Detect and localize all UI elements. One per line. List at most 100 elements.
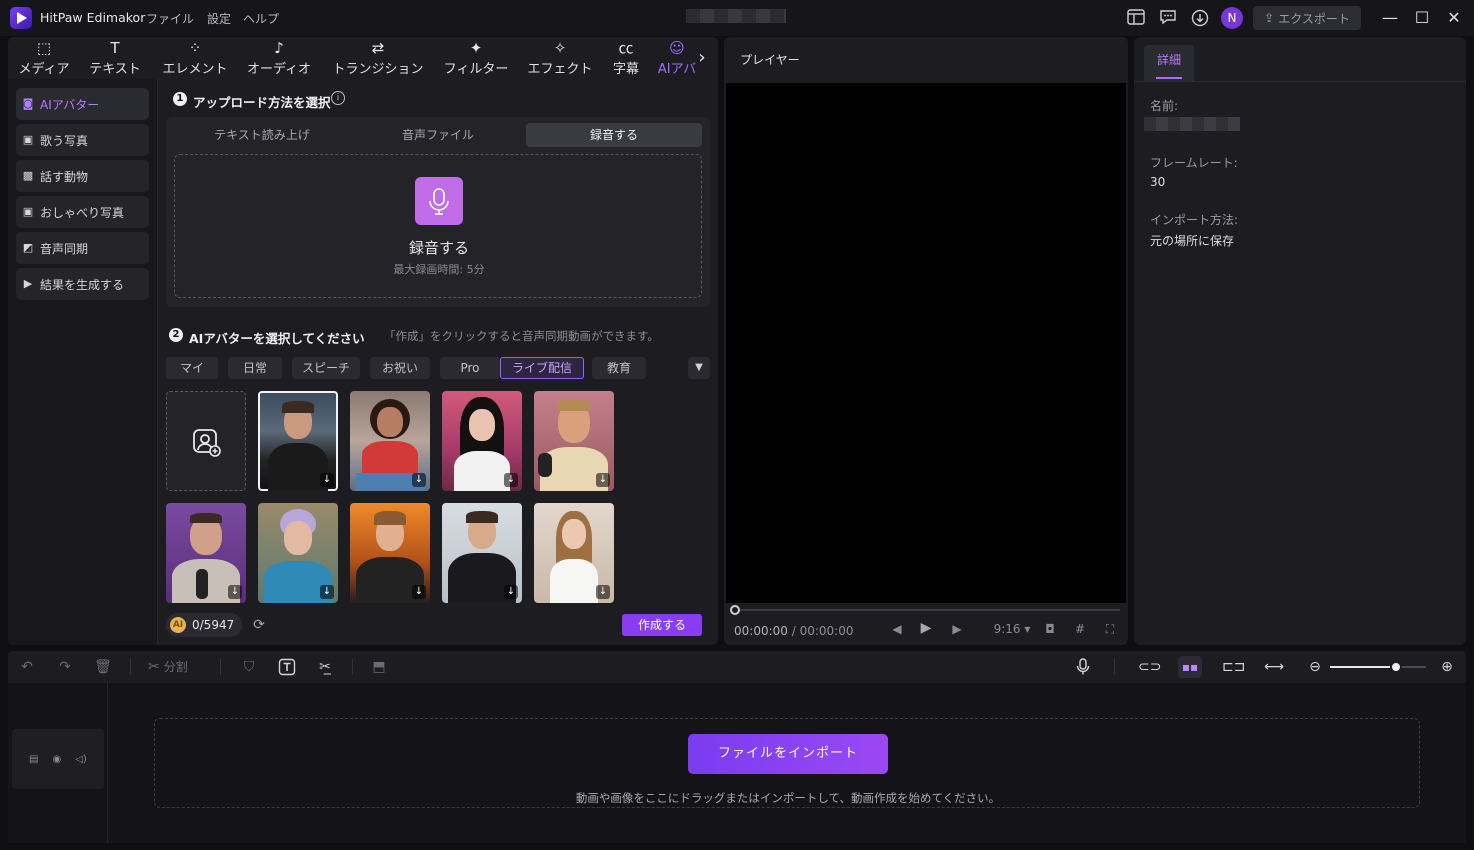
tab-filter[interactable]: ✦ フィルター bbox=[440, 37, 512, 79]
separator bbox=[352, 659, 353, 675]
avatar-card[interactable]: ↓ bbox=[442, 503, 522, 603]
fullscreen-icon[interactable]: ⛶ bbox=[1102, 622, 1118, 637]
microphone-icon[interactable] bbox=[1074, 658, 1092, 676]
crop-icon[interactable]: # bbox=[1072, 622, 1088, 636]
sidebar-item-generate-result[interactable]: ▶ 結果を生成する bbox=[16, 268, 149, 300]
sidebar-item-singing-photo[interactable]: ▣ 歌う写真 bbox=[16, 124, 149, 156]
import-file-button[interactable]: ファイルをインポート bbox=[688, 734, 888, 774]
record-title: 録音する bbox=[408, 239, 469, 257]
maximize-icon[interactable]: ☐ bbox=[1412, 8, 1432, 28]
tab-text[interactable]: T テキスト bbox=[84, 37, 146, 79]
timeline: ▤ ◉ ◁) ファイルをインポート 動画や画像をここにドラッグまたはインポートし… bbox=[8, 683, 1466, 843]
media-icon: ⬚ bbox=[36, 39, 52, 57]
download-icon: ↓ bbox=[504, 585, 518, 599]
category-pro[interactable]: Pro bbox=[440, 357, 500, 379]
timeline-toolbar: ↶ ↷ 🗑 ✂ 分割 ⛉ ✂̲ ⬒ ⊂⊃ ▪▪ ⊏⊐ ⟷ ⊖ ⊕ bbox=[8, 651, 1466, 683]
playback-scrubber[interactable] bbox=[734, 609, 1120, 611]
zoom-slider-handle[interactable] bbox=[1390, 661, 1402, 673]
split-clip-icon[interactable]: ⊏⊐ bbox=[1222, 658, 1245, 676]
record-zone[interactable]: 録音する 最大録画時間: 5分 bbox=[174, 154, 702, 298]
download-icon: ↓ bbox=[412, 585, 426, 599]
user-avatar[interactable]: N bbox=[1221, 7, 1243, 29]
zoom-out-icon[interactable]: ⊖ bbox=[1306, 658, 1324, 676]
video-preview[interactable] bbox=[726, 83, 1126, 603]
zoom-in-icon[interactable]: ⊕ bbox=[1438, 658, 1456, 676]
snap-toggle-icon[interactable]: ▪▪ bbox=[1178, 656, 1202, 678]
mode-record[interactable]: 録音する bbox=[526, 123, 702, 147]
category-education[interactable]: 教育 bbox=[592, 357, 646, 379]
tab-subtitle[interactable]: ㏄字幕 bbox=[606, 37, 646, 79]
mode-text-to-speech[interactable]: テキスト読み上げ bbox=[174, 123, 350, 147]
refresh-icon[interactable]: ⟳ bbox=[250, 616, 268, 634]
aspect-ratio-dropdown[interactable]: 9:16 ▾ bbox=[992, 622, 1032, 636]
sidebar-item-lip-sync[interactable]: ◩ 音声同期 bbox=[16, 232, 149, 264]
export-frame-icon[interactable]: ⬒ bbox=[370, 658, 388, 676]
sidebar-item-talking-photo[interactable]: ▣ おしゃべり写真 bbox=[16, 196, 149, 228]
download-icon: ↓ bbox=[320, 473, 334, 487]
avatar-card[interactable]: ↓ bbox=[258, 391, 338, 491]
category-my[interactable]: マイ bbox=[166, 357, 218, 379]
avatar-card[interactable]: ↓ bbox=[166, 503, 246, 603]
tab-effect[interactable]: ✧ エフェクト bbox=[524, 37, 596, 79]
microphone-icon[interactable] bbox=[415, 177, 463, 225]
category-speech[interactable]: スピーチ bbox=[292, 357, 360, 379]
mode-audio-file[interactable]: 音声ファイル bbox=[350, 123, 526, 147]
tab-details[interactable]: 詳細 bbox=[1144, 45, 1194, 81]
play-icon[interactable]: ▶ bbox=[918, 620, 934, 636]
add-custom-avatar[interactable] bbox=[166, 391, 246, 491]
close-icon[interactable]: ✕ bbox=[1444, 8, 1464, 28]
track-audio-icon[interactable]: ◁) bbox=[75, 754, 87, 765]
download-icon[interactable] bbox=[1190, 9, 1210, 27]
avatar-card[interactable]: ↓ bbox=[442, 391, 522, 491]
tab-media[interactable]: ⬚ メディア bbox=[14, 37, 74, 79]
split-button[interactable]: ✂ 分割 bbox=[148, 658, 202, 676]
create-button[interactable]: 作成する bbox=[622, 614, 702, 636]
category-celebration[interactable]: お祝い bbox=[370, 357, 430, 379]
avatar-card[interactable]: ↓ bbox=[350, 503, 430, 603]
category-daily[interactable]: 日常 bbox=[228, 357, 282, 379]
download-icon: ↓ bbox=[504, 473, 518, 487]
tab-transition[interactable]: ⇄ トランジション bbox=[328, 37, 428, 79]
auto-cut-icon[interactable]: ✂̲ bbox=[316, 658, 334, 676]
export-button[interactable]: ⇪ エクスポート bbox=[1253, 6, 1361, 30]
link-icon[interactable]: ⊂⊃ bbox=[1138, 658, 1161, 676]
info-icon[interactable]: i bbox=[331, 91, 345, 105]
tab-audio[interactable]: ♪ オーディオ bbox=[242, 37, 316, 79]
coin-icon: AI bbox=[170, 617, 186, 633]
text-box-icon[interactable] bbox=[278, 658, 296, 676]
credit-value: 0/5947 bbox=[192, 618, 235, 632]
delete-icon[interactable]: 🗑 bbox=[94, 658, 112, 676]
previous-frame-icon[interactable]: ◀ bbox=[890, 622, 904, 636]
framerate-label: フレームレート: bbox=[1150, 156, 1238, 170]
tab-element[interactable]: ⁘ エレメント bbox=[158, 37, 232, 79]
sidebar-item-talking-animal[interactable]: ▩ 話す動物 bbox=[16, 160, 149, 192]
export-icon: ⇪ bbox=[1264, 11, 1275, 25]
category-live-stream[interactable]: ライブ配信 bbox=[500, 357, 584, 379]
fit-timeline-icon[interactable]: ⟷ bbox=[1264, 658, 1284, 676]
avatar-card[interactable]: ↓ bbox=[350, 391, 430, 491]
play-icon: ▶ bbox=[23, 277, 33, 290]
undo-icon[interactable]: ↶ bbox=[18, 658, 36, 676]
menu-help[interactable]: ヘルプ bbox=[243, 10, 279, 27]
chevron-right-icon[interactable]: › bbox=[692, 47, 712, 69]
track-visibility-icon[interactable]: ◉ bbox=[53, 754, 62, 765]
timeline-drop-zone[interactable]: ファイルをインポート 動画や画像をここにドラッグまたはインポートして、動画作成を… bbox=[154, 718, 1420, 808]
feedback-icon[interactable] bbox=[1158, 9, 1178, 27]
menu-file[interactable]: ファイル bbox=[146, 10, 194, 27]
avatar-card[interactable]: ↓ bbox=[534, 503, 614, 603]
shield-icon[interactable]: ⛉ bbox=[240, 658, 258, 676]
download-icon: ↓ bbox=[228, 585, 242, 599]
avatar-card[interactable]: ↓ bbox=[258, 503, 338, 603]
screenshot-icon[interactable]: ◘ bbox=[1042, 622, 1058, 636]
chevron-down-icon[interactable]: ▼ bbox=[688, 357, 710, 379]
sidebar-item-ai-avatar[interactable]: ◙ AIアバター bbox=[16, 88, 149, 120]
minimize-icon[interactable]: — bbox=[1380, 8, 1400, 28]
menu-settings[interactable]: 設定 bbox=[207, 10, 231, 27]
track-lock-icon[interactable]: ▤ bbox=[29, 754, 38, 765]
redo-icon[interactable]: ↷ bbox=[56, 658, 74, 676]
avatar-card[interactable]: ↓ bbox=[534, 391, 614, 491]
name-label: 名前: bbox=[1150, 99, 1179, 113]
next-frame-icon[interactable]: ▶ bbox=[950, 622, 964, 636]
scrubber-handle[interactable] bbox=[730, 605, 740, 615]
layout-icon[interactable] bbox=[1126, 9, 1146, 27]
